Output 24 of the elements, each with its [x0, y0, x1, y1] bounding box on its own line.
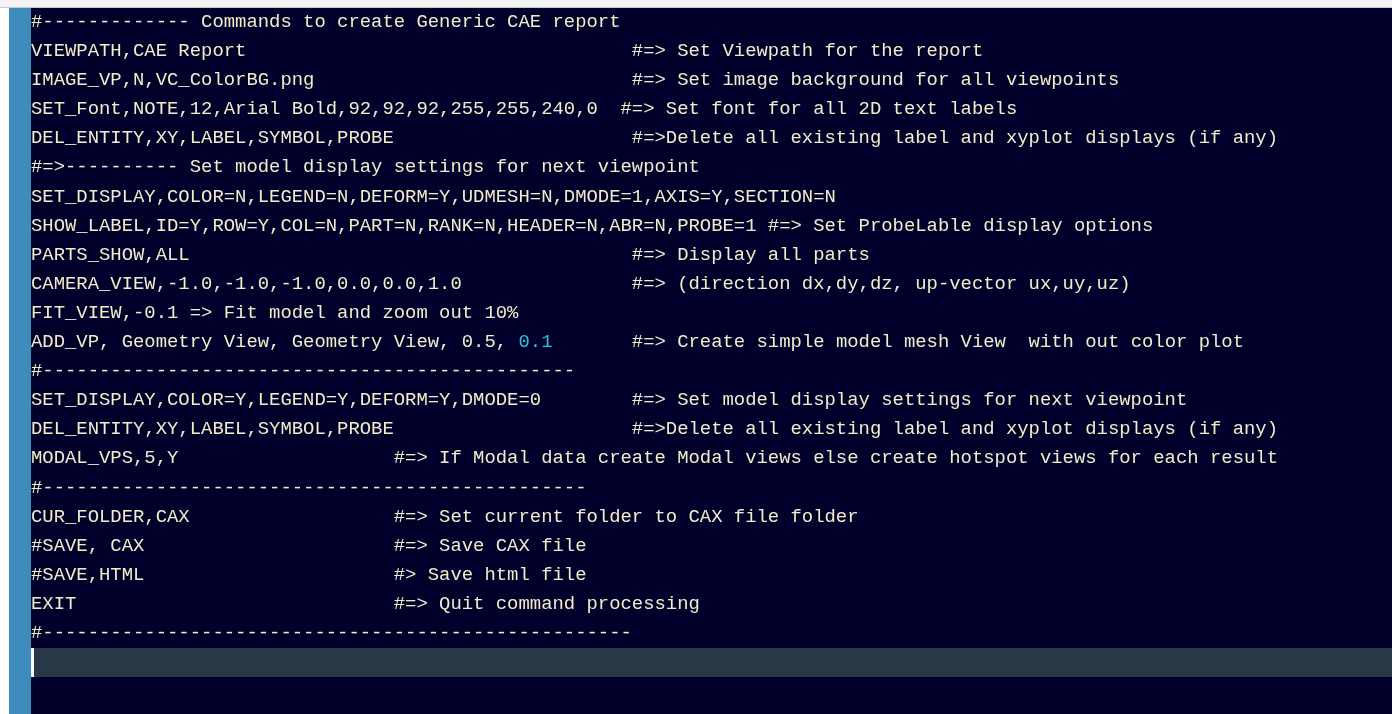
- code-line: SHOW_LABEL,ID=Y,ROW=Y,COL=N,PART=N,RANK=N,HEADER=N,ABR=N,PROBE=1 #=> Set ProbeLable display options: [31, 213, 1154, 239]
- code-line: #----------------------------------------------------: [31, 620, 632, 646]
- code-line: SET_Font,NOTE,12,Arial Bold,92,92,92,255,255,240,0 #=> Set font for all 2D text labels: [31, 97, 1018, 123]
- code-editor[interactable]: [31, 8, 1392, 714]
- code-line: ADD_VP, Geometry View, Geometry View, 0.5, 0.1 #=> Create simple model mesh View with out color plot: [31, 330, 1244, 356]
- code-line: DEL_ENTITY,XY,LABEL,SYMBOL,PROBE #=>Delete all existing label and xyplot displays (if any): [31, 126, 1278, 152]
- code-line: #-----------------------------------------------: [31, 359, 576, 385]
- code-line: #SAVE,HTML #> Save html file: [31, 562, 587, 588]
- code-line: #------------------------------------------------: [31, 475, 587, 501]
- code-line: FIT_VIEW,-0.1 => Fit model and zoom out 10%: [31, 300, 519, 326]
- code-line: SET_DISPLAY,COLOR=Y,LEGEND=Y,DEFORM=Y,DMODE=0 #=> Set model display settings for next viewpoint: [31, 388, 1188, 414]
- code-line: PARTS_SHOW,ALL #=> Display all parts: [31, 242, 870, 268]
- code-line: IMAGE_VP,N,VC_ColorBG.png #=> Set image background for all viewpoints: [31, 68, 1120, 94]
- code-line: #=>---------- Set model display settings for next viewpoint: [31, 155, 700, 181]
- code-line: VIEWPATH,CAE Report #=> Set Viewpath for the report: [31, 39, 984, 65]
- code-line: #SAVE, CAX #=> Save CAX file: [31, 533, 587, 559]
- code-line: CUR_FOLDER,CAX #=> Set current folder to CAX file folder: [31, 504, 859, 530]
- code-line: MODAL_VPS,5,Y #=> If Modal data create Modal views else create hotspot views for each result: [31, 446, 1278, 472]
- code-line: CAMERA_VIEW,-1.0,-1.0,-1.0,0.0,0.0,1.0 #=> (direction dx,dy,dz, up-vector ux,uy,uz): [31, 271, 1131, 297]
- text-cursor: [31, 648, 34, 678]
- code-line: DEL_ENTITY,XY,LABEL,SYMBOL,PROBE #=>Delete all existing label and xyplot displays (if any): [31, 417, 1278, 443]
- code-line: #------------- Commands to create Generic CAE report: [31, 10, 621, 35]
- code-line: SET_DISPLAY,COLOR=N,LEGEND=N,DEFORM=Y,UDMESH=N,DMODE=1,AXIS=Y,SECTION=N: [31, 184, 836, 210]
- code-line: EXIT #=> Quit command processing: [31, 591, 700, 617]
